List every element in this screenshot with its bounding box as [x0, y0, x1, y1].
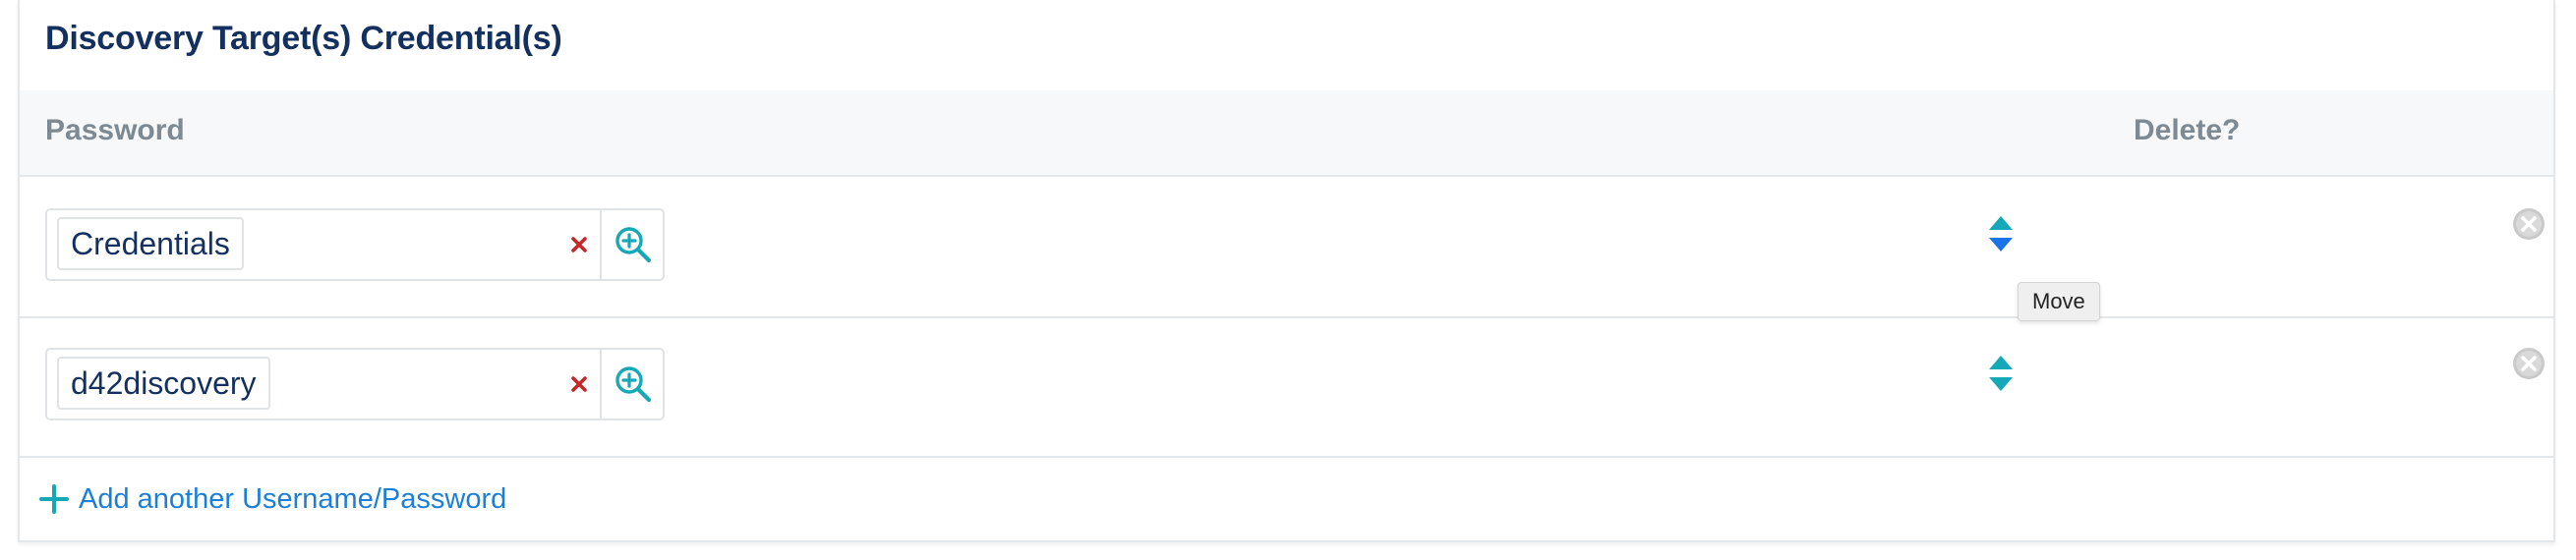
- circle-x-icon: [2513, 208, 2545, 240]
- delete-row-button[interactable]: [2511, 206, 2547, 242]
- move-handle-icon[interactable]: [1986, 214, 2016, 253]
- add-credential-link[interactable]: Add another Username/Password: [39, 479, 506, 519]
- zoom-in-icon: [615, 227, 652, 263]
- clear-selection-icon[interactable]: [562, 367, 596, 401]
- column-header-password: Password: [45, 114, 185, 146]
- plus-icon: [39, 484, 69, 514]
- move-handle-icon[interactable]: [1986, 354, 2016, 393]
- panel-header: Discovery Target(s) Credential(s): [20, 0, 2553, 92]
- add-credential-label: Add another Username/Password: [79, 482, 507, 515]
- delete-row-button[interactable]: [2511, 346, 2547, 381]
- credential-row: Credentials: [20, 177, 2553, 318]
- lookup-button[interactable]: [600, 350, 663, 419]
- panel-title: Discovery Target(s) Credential(s): [45, 20, 562, 57]
- credential-picker[interactable]: Credentials: [45, 208, 665, 281]
- credential-picker[interactable]: d42discovery: [45, 348, 665, 420]
- clear-selection-icon[interactable]: [562, 228, 596, 261]
- credential-tag: Credentials: [57, 217, 244, 270]
- credential-tag: d42discovery: [57, 357, 270, 410]
- move-tooltip: Move: [2018, 282, 2100, 321]
- credentials-panel: Discovery Target(s) Credential(s) Passwo…: [18, 0, 2555, 542]
- credential-row: d42discovery: [20, 316, 2553, 458]
- table-header: Password Delete?: [20, 90, 2553, 177]
- circle-x-icon: [2513, 348, 2545, 379]
- column-header-delete: Delete?: [2134, 114, 2241, 146]
- zoom-in-icon: [615, 366, 652, 403]
- lookup-button[interactable]: [600, 210, 663, 279]
